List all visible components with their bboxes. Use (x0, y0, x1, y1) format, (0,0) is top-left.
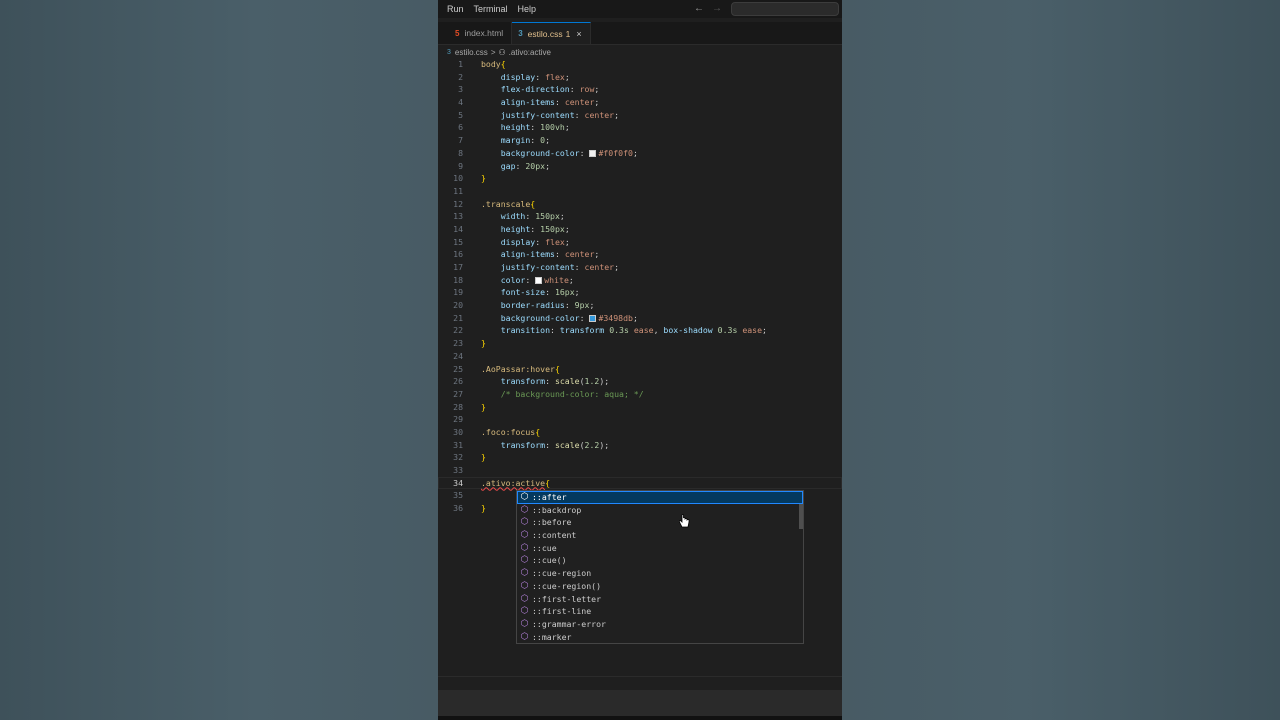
code-line: 4 align-items: center; (458, 97, 600, 108)
code-line: 2 display: flex; (458, 71, 570, 82)
code-line: 5 justify-content: center; (458, 109, 620, 120)
suggestion-item[interactable]: ⬡::grammar-error (517, 618, 803, 631)
code-line: 20 border-radius: 9px; (453, 300, 595, 311)
cube-icon: ⬡ (520, 555, 529, 566)
cube-icon: ⬡ (520, 517, 529, 528)
tab-bar: 5 index.html 3 estilo.css 1 × (438, 22, 842, 45)
suggestion-item[interactable]: ⬡::first-letter (517, 593, 803, 606)
code-line: 32} (453, 452, 486, 463)
breadcrumb-separator: > (490, 47, 496, 57)
cube-icon: ⬡ (520, 593, 529, 604)
code-line: 1 body{ (458, 59, 506, 69)
code-line: 7 margin: 0; (458, 135, 551, 146)
problem-count-badge: 1 (565, 28, 571, 39)
suggestion-item[interactable]: ⬡::before (517, 516, 803, 529)
window-bottom-edge (438, 716, 842, 720)
cube-icon: ⬡ (520, 568, 529, 579)
tab-estilo-css[interactable]: 3 estilo.css 1 × (512, 22, 591, 44)
code-line-current: 34 .ativo:active{ (438, 476, 842, 490)
symbol-icon: ⚇ (498, 47, 506, 57)
code-line: 14 height: 150px; (453, 223, 570, 234)
code-line: 29 (453, 414, 463, 425)
color-swatch[interactable] (589, 149, 597, 157)
menu-run[interactable]: Run (438, 4, 469, 14)
breadcrumb-file[interactable]: estilo.css (455, 48, 488, 57)
navigation-arrows: ← → (694, 3, 722, 14)
code-line: 8 background-color: #f0f0f0; (458, 147, 638, 158)
css-file-icon: 3 (518, 29, 523, 38)
code-line: 28} (453, 401, 486, 412)
code-line: 17 justify-content: center; (453, 262, 620, 272)
suggestion-item[interactable]: ⬡::cue-region (517, 567, 803, 580)
code-editor-window: Run Terminal Help ← → 5 index.html 3 est… (438, 0, 842, 720)
cube-icon: ⬡ (520, 580, 529, 591)
command-center-search[interactable] (731, 2, 839, 16)
tab-index-html[interactable]: 5 index.html (449, 22, 513, 44)
tab-label: estilo.css (527, 28, 563, 39)
status-bar (438, 690, 842, 716)
suggestion-item[interactable]: ⬡::marker (517, 631, 803, 644)
html-file-icon: 5 (455, 28, 460, 38)
css-file-icon: 3 (447, 48, 451, 56)
cube-icon: ⬡ (520, 542, 529, 553)
color-swatch[interactable] (535, 276, 543, 284)
breadcrumb-symbol[interactable]: .ativo:active (509, 48, 551, 57)
cube-icon: ⬡ (520, 618, 529, 629)
code-line: 3 flex-direction: row; (458, 84, 600, 95)
back-arrow-icon[interactable]: ← (694, 3, 704, 14)
tab-label: index.html (464, 28, 504, 38)
forward-arrow-icon[interactable]: → (712, 3, 722, 14)
code-line: 9 gap: 20px; (458, 160, 551, 171)
suggestion-item[interactable]: ⬡::content (517, 529, 803, 542)
code-line: 33 (453, 465, 463, 475)
code-line: 22 transition: transform 0.3s ease, box-… (453, 325, 767, 336)
code-line: 27 /* background-color: aqua; */ (453, 388, 644, 399)
suggestion-item[interactable]: ⬡::cue (517, 542, 803, 555)
code-line: 19 font-size: 16px; (453, 287, 580, 298)
suggestion-widget: ⬡::after ⬡::backdrop ⬡::before ⬡::conten… (516, 490, 804, 644)
cube-icon: ⬡ (520, 530, 529, 541)
code-line: 18 color: white; (453, 274, 574, 285)
code-line: 16 align-items: center; (453, 249, 600, 260)
cube-icon: ⬡ (520, 631, 529, 642)
suggestion-item[interactable]: ⬡::backdrop (517, 504, 803, 517)
menu-help[interactable]: Help (513, 4, 542, 14)
color-swatch[interactable] (589, 314, 597, 322)
code-line: 15 display: flex; (453, 236, 570, 247)
cube-icon: ⬡ (520, 606, 529, 617)
suggestion-item[interactable]: ⬡::cue-region() (517, 580, 803, 593)
code-line: 21 background-color: #3498db; (453, 312, 638, 323)
menu-bar: Run Terminal Help ← → (438, 0, 842, 18)
cube-icon: ⬡ (520, 492, 529, 502)
close-icon[interactable]: × (576, 29, 581, 39)
code-line: 24 (453, 350, 463, 361)
code-line: 23} (453, 338, 486, 349)
cube-icon: ⬡ (520, 504, 529, 515)
code-line: 30 .foco:focus{ (453, 426, 541, 437)
code-area[interactable]: 1 body{ 2 display: flex; 3 flex-direction… (438, 58, 842, 515)
code-line: 31 transform: scale(2.2); (453, 439, 610, 450)
hand-pointer-icon (678, 514, 690, 534)
code-line: 13 width: 150px; (453, 211, 565, 222)
menu-terminal[interactable]: Terminal (469, 4, 513, 14)
suggestion-item[interactable]: ⬡::cue() (517, 554, 803, 567)
code-line: 6 height: 100vh; (458, 122, 570, 133)
code-line: 25 .AoPassar:hover{ (453, 363, 560, 374)
code-line: 26 transform: scale(1.2); (453, 376, 610, 387)
breadcrumb: 3 estilo.css > ⚇ .ativo:active (447, 46, 551, 58)
suggestion-item[interactable]: ⬡::first-line (517, 605, 803, 618)
code-line: 11 (453, 185, 463, 196)
suggestion-item[interactable]: ⬡::after (517, 491, 803, 504)
panel-divider (438, 676, 842, 677)
code-line: 10} (453, 173, 486, 184)
code-line: 12 .transcale{ (453, 198, 536, 209)
